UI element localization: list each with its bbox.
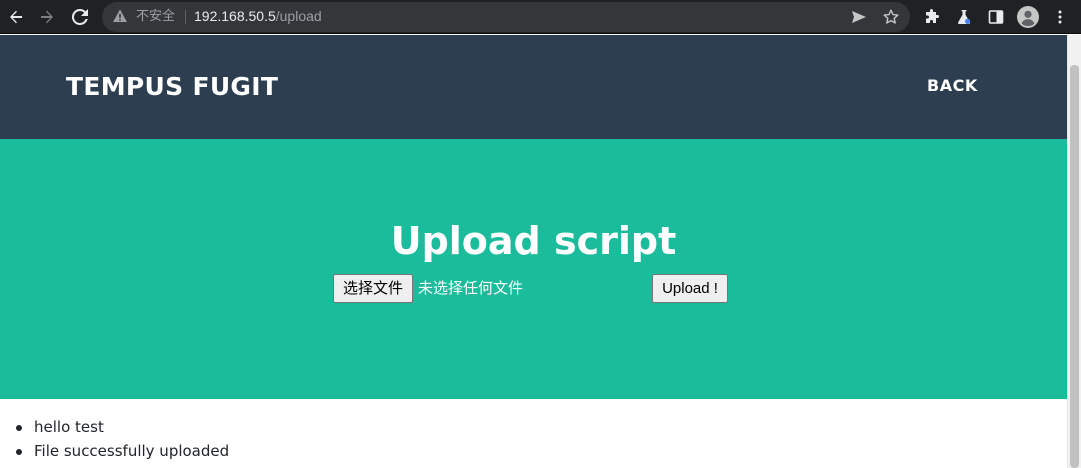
forward-button[interactable] bbox=[33, 3, 61, 31]
send-icon bbox=[852, 11, 866, 23]
address-bar[interactable]: 不安全 192.168.50.5/upload bbox=[102, 2, 910, 32]
send-button[interactable] bbox=[849, 7, 869, 27]
list-item: hello test bbox=[0, 415, 1067, 439]
bookmark-button[interactable] bbox=[881, 7, 901, 27]
site-brand[interactable]: TEMPUS FUGIT bbox=[66, 71, 278, 103]
upload-button[interactable]: Upload ! bbox=[652, 274, 728, 303]
site-navbar: TEMPUS FUGIT BACK bbox=[0, 35, 1067, 139]
labs-button[interactable] bbox=[950, 3, 978, 31]
choose-file-button[interactable]: 选择文件 bbox=[333, 274, 413, 303]
list-item: File successfully uploaded bbox=[0, 439, 1067, 463]
browser-toolbar: 不安全 192.168.50.5/upload bbox=[0, 0, 1081, 34]
file-status-text: 未选择任何文件 bbox=[418, 279, 524, 297]
url-host: 192.168.50.5 bbox=[194, 8, 276, 24]
browser-menu-button[interactable] bbox=[1046, 3, 1074, 31]
star-icon bbox=[883, 9, 899, 24]
page-scrollbar[interactable] bbox=[1067, 35, 1081, 468]
side-panel-button[interactable] bbox=[982, 3, 1010, 31]
scrollbar-thumb[interactable] bbox=[1070, 65, 1079, 468]
profile-avatar-icon bbox=[1017, 6, 1039, 28]
page-title: Upload script bbox=[390, 219, 677, 263]
reload-icon bbox=[72, 9, 88, 25]
flash-messages: hello test File successfully uploaded bbox=[0, 399, 1067, 463]
omnibox-divider bbox=[185, 10, 186, 24]
back-link[interactable]: BACK bbox=[927, 75, 978, 97]
security-label[interactable]: 不安全 bbox=[136, 8, 175, 26]
forward-arrow-icon bbox=[41, 10, 53, 24]
url-text[interactable]: 192.168.50.5/upload bbox=[194, 7, 322, 26]
url-path: /upload bbox=[275, 8, 322, 24]
extensions-button[interactable] bbox=[918, 3, 946, 31]
puzzle-icon bbox=[926, 9, 939, 23]
page-viewport: TEMPUS FUGIT BACK Upload script 选择文件 未选择… bbox=[0, 35, 1067, 468]
upload-section: Upload script 选择文件 未选择任何文件 Upload ! bbox=[0, 139, 1067, 399]
back-arrow-icon bbox=[10, 10, 22, 24]
flask-icon bbox=[958, 10, 971, 24]
warning-triangle-icon[interactable] bbox=[112, 8, 128, 24]
kebab-menu-icon bbox=[1058, 10, 1062, 24]
side-panel-icon bbox=[988, 10, 1004, 24]
back-button[interactable] bbox=[2, 3, 30, 31]
reload-button[interactable] bbox=[66, 3, 94, 31]
profile-button[interactable] bbox=[1014, 3, 1042, 31]
